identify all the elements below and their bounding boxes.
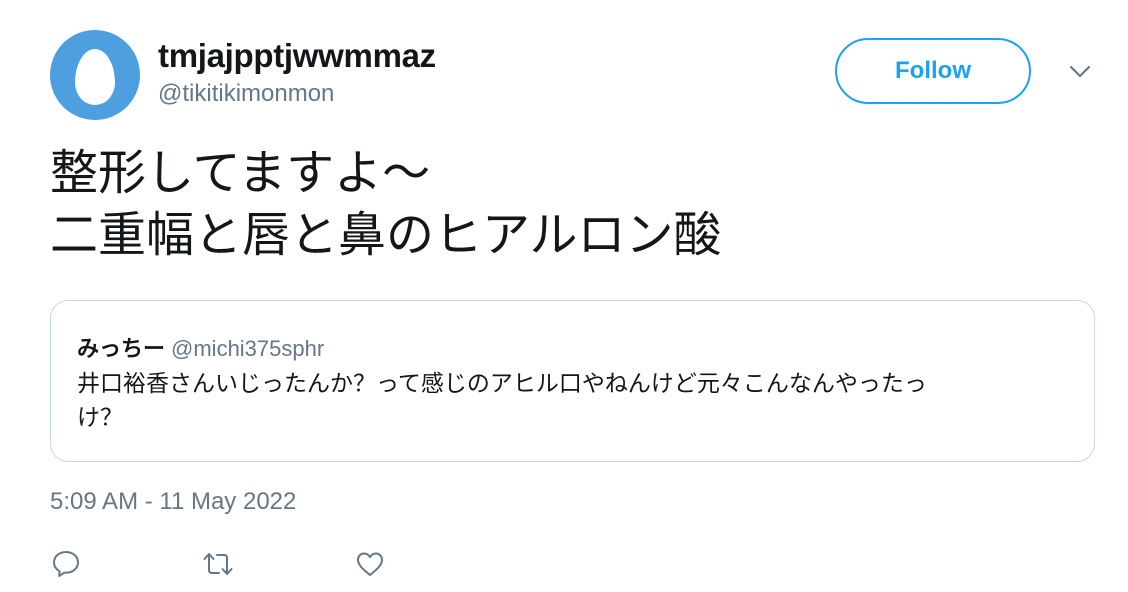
tweet-text-line: 整形してますよ〜 — [50, 145, 431, 201]
like-icon[interactable] — [354, 548, 394, 588]
default-egg-icon — [75, 49, 115, 105]
quoted-author-handle: @michi375sphr — [171, 336, 325, 361]
quoted-text-line: け？ — [77, 405, 123, 431]
author-handle[interactable]: @tikitikimonmon — [158, 80, 334, 108]
quoted-tweet-text: 井口裕香さんいじったんか？って感じのアヒル口やねんけど元々こんなんやったっ け？ — [77, 367, 1077, 435]
quoted-tweet[interactable]: みっちー @michi375sphr 井口裕香さんいじったんか？って感じのアヒル口… — [50, 300, 1095, 462]
retweet-icon[interactable] — [202, 548, 242, 588]
tweet-card: tmjajpptjwwmmaz @tikitikimonmon Follow 整… — [0, 0, 1128, 592]
chevron-down-icon[interactable] — [1065, 60, 1095, 84]
reply-icon[interactable] — [50, 548, 90, 588]
quoted-author-name: みっちー — [77, 337, 166, 362]
follow-button[interactable]: Follow — [835, 38, 1031, 104]
tweet-text-line: 二重幅と唇と鼻のヒアルロン酸 — [50, 207, 722, 263]
tweet-timestamp[interactable]: 5:09 AM - 11 May 2022 — [50, 488, 296, 516]
author-display-name[interactable]: tmjajpptjwwmmaz — [158, 37, 436, 75]
avatar[interactable] — [50, 30, 140, 120]
tweet-text: 整形してますよ〜 二重幅と唇と鼻のヒアルロン酸 — [50, 142, 722, 266]
quoted-text-line: 井口裕香さんいじったんか？って感じのアヒル口やねんけど元々こんなんやったっ — [77, 371, 927, 397]
quoted-tweet-header: みっちー @michi375sphr — [77, 331, 324, 363]
